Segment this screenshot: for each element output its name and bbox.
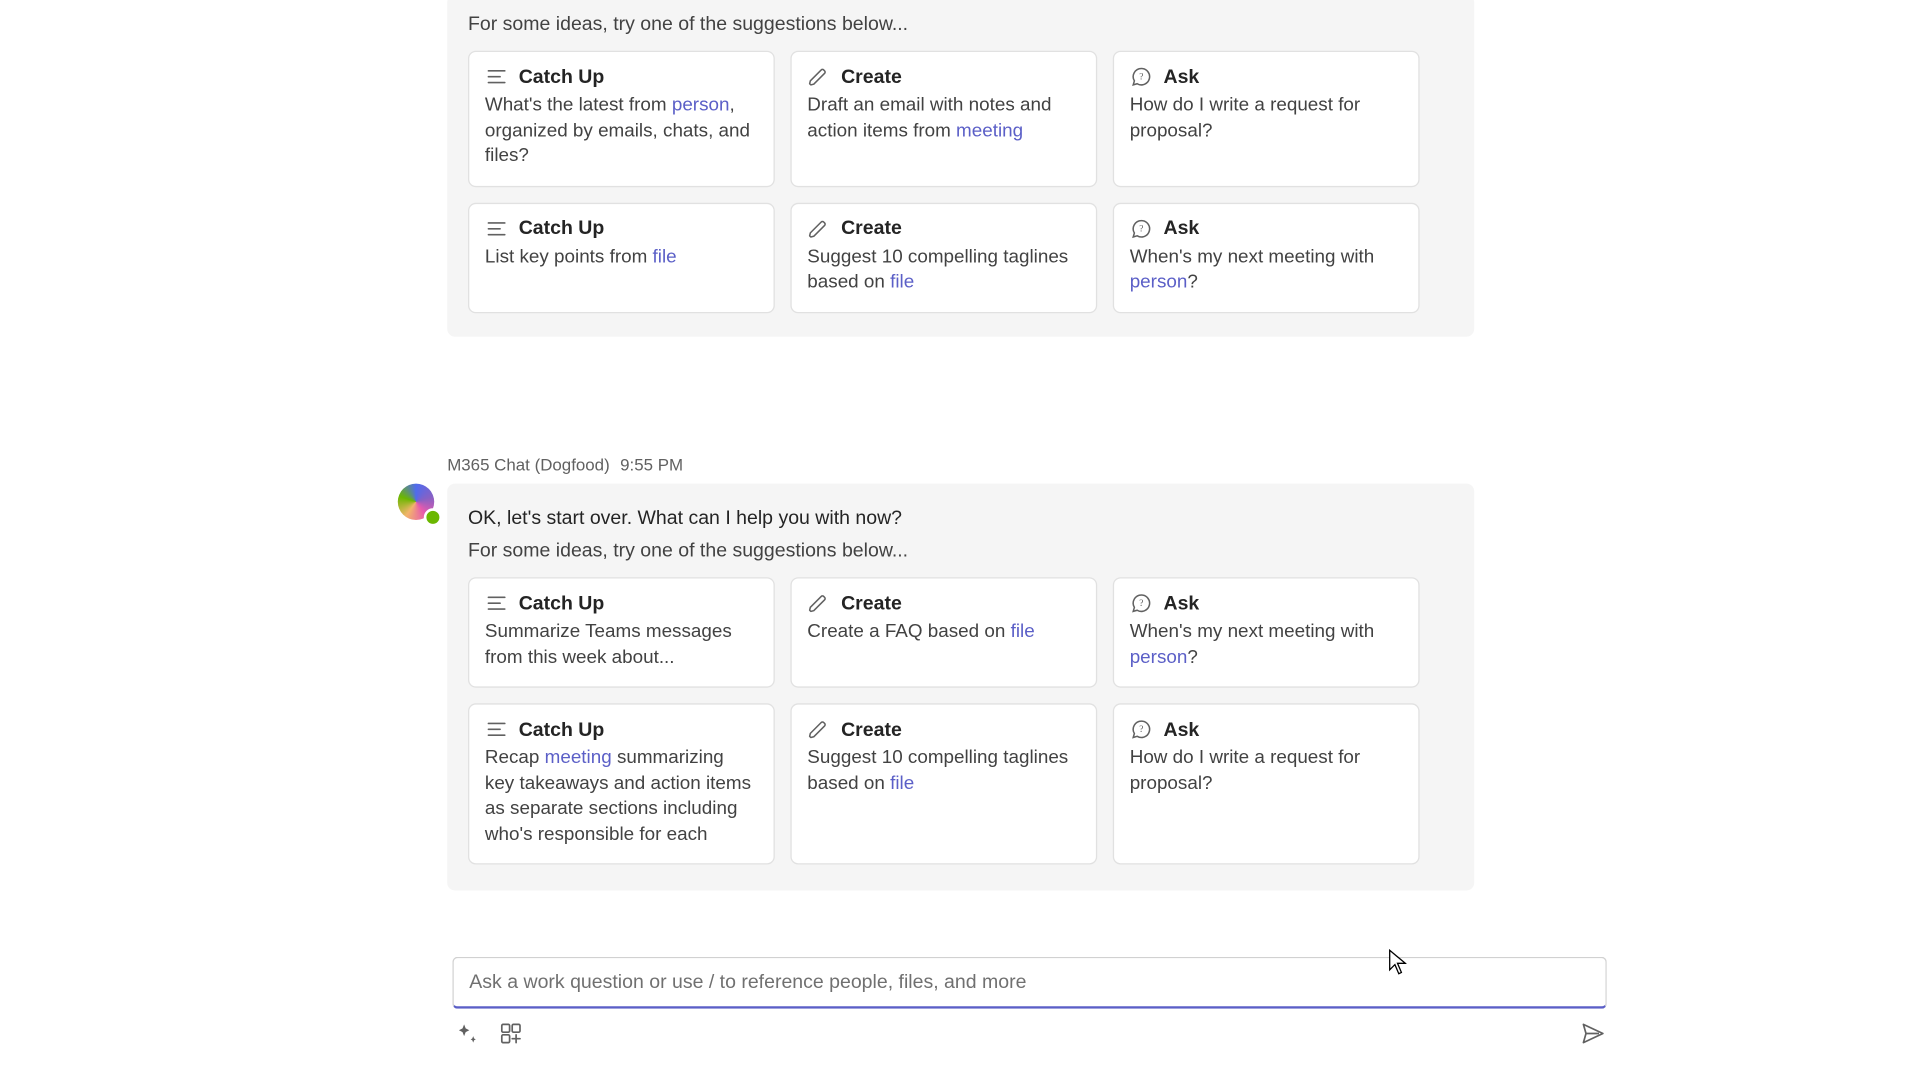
suggestion-card-ask[interactable]: Ask How do I write a request for proposa…	[1113, 703, 1420, 865]
card-title: Ask	[1164, 592, 1200, 614]
card-title: Create	[841, 718, 902, 740]
pen-icon	[807, 592, 830, 615]
suggestion-card-ask[interactable]: Ask How do I write a request for proposa…	[1113, 51, 1420, 187]
card-title: Catch Up	[519, 592, 605, 614]
suggestion-grid: Catch Up What's the latest from person, …	[468, 51, 1474, 313]
card-title: Create	[841, 592, 902, 614]
presence-available-icon	[424, 508, 442, 526]
card-body: Suggest 10 compelling taglines based on …	[807, 245, 1080, 296]
suggestion-card-catchup[interactable]: Catch Up List key points from file	[468, 202, 775, 313]
suggestion-card-catchup[interactable]: Catch Up What's the latest from person, …	[468, 51, 775, 187]
suggestion-card-create[interactable]: Create Draft an email with notes and act…	[790, 51, 1097, 187]
pen-icon	[807, 718, 830, 741]
card-body: How do I write a request for proposal?	[1130, 746, 1403, 797]
question-icon	[1130, 592, 1153, 615]
suggestion-intro: For some ideas, try one of the suggestio…	[468, 13, 1474, 35]
card-body: Suggest 10 compelling taglines based on …	[807, 746, 1080, 797]
card-title: Create	[841, 217, 902, 239]
card-title: Catch Up	[519, 217, 605, 239]
sparkle-icon[interactable]	[452, 1019, 481, 1048]
suggestion-grid: Catch Up Summarize Teams messages from t…	[468, 577, 1474, 865]
suggestion-card-create[interactable]: Create Suggest 10 compelling taglines ba…	[790, 202, 1097, 313]
question-icon	[1130, 65, 1153, 88]
card-title: Ask	[1164, 217, 1200, 239]
card-body: When's my next meeting with person?	[1130, 245, 1403, 296]
suggestion-card-ask[interactable]: Ask When's my next meeting with person?	[1113, 577, 1420, 688]
suggestion-card-catchup[interactable]: Catch Up Recap meeting summarizing key t…	[468, 703, 775, 865]
card-body: Create a FAQ based on file	[807, 620, 1080, 645]
assistant-text: OK, let's start over. What can I help yo…	[468, 507, 1474, 529]
assistant-suggestion-block-prev: For some ideas, try one of the suggestio…	[447, 0, 1474, 336]
lines-icon	[485, 217, 508, 240]
suggestion-card-catchup[interactable]: Catch Up Summarize Teams messages from t…	[468, 577, 775, 688]
card-body: Recap meeting summarizing key takeaways …	[485, 746, 758, 848]
suggestion-card-create[interactable]: Create Create a FAQ based on file	[790, 577, 1097, 688]
compose-area: Ask a work question or use / to referenc…	[452, 957, 1606, 1048]
card-title: Ask	[1164, 718, 1200, 740]
card-title: Catch Up	[519, 718, 605, 740]
question-icon	[1130, 718, 1153, 741]
card-body: What's the latest from person, organized…	[485, 94, 758, 170]
card-body: Draft an email with notes and action ite…	[807, 94, 1080, 145]
question-icon	[1130, 217, 1153, 240]
card-title: Create	[841, 66, 902, 88]
suggestion-card-ask[interactable]: Ask When's my next meeting with person?	[1113, 202, 1420, 313]
assistant-message-block: OK, let's start over. What can I help yo…	[447, 484, 1474, 891]
bot-sender-name: M365 Chat (Dogfood)	[447, 455, 610, 475]
suggestion-card-create[interactable]: Create Suggest 10 compelling taglines ba…	[790, 703, 1097, 865]
bot-msg-timestamp: 9:55 PM	[620, 455, 683, 475]
pen-icon	[807, 65, 830, 88]
lines-icon	[485, 718, 508, 741]
bot-message-header: M365 Chat (Dogfood) 9:55 PM	[447, 455, 683, 475]
pen-icon	[807, 217, 830, 240]
apps-icon[interactable]	[497, 1019, 526, 1048]
compose-input[interactable]: Ask a work question or use / to referenc…	[452, 957, 1606, 1009]
card-body: How do I write a request for proposal?	[1130, 94, 1403, 145]
card-body: When's my next meeting with person?	[1130, 620, 1403, 671]
suggestion-intro: For some ideas, try one of the suggestio…	[468, 540, 1474, 562]
card-title: Catch Up	[519, 66, 605, 88]
card-body: Summarize Teams messages from this week …	[485, 620, 758, 671]
lines-icon	[485, 65, 508, 88]
card-body: List key points from file	[485, 245, 758, 270]
lines-icon	[485, 592, 508, 615]
send-button[interactable]	[1578, 1019, 1607, 1048]
card-title: Ask	[1164, 66, 1200, 88]
compose-toolbar	[452, 1019, 1606, 1048]
